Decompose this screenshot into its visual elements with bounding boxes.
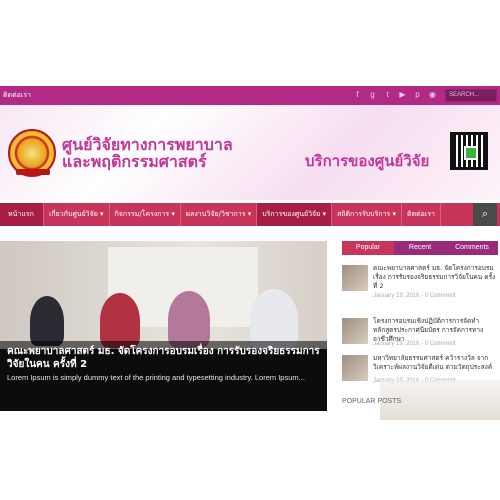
post-meta: January 19, 2016 - 0 Comment	[373, 293, 456, 299]
nav-item-contact[interactable]: ติดต่อเรา	[402, 203, 441, 226]
nav-item-research[interactable]: ผลงานวิจัย/วิชาการ ▾	[181, 203, 258, 226]
nav-item-home[interactable]: หน้าแรก	[0, 203, 44, 226]
site-title[interactable]: ศูนย์วิจัยทางการพยาบาล และพฤติกรรมศาสตร์	[62, 136, 292, 170]
hero-person-3	[168, 291, 210, 348]
featured-title[interactable]: คณะพยาบาลศาสตร์ มธ. จัดโครงการอบรมเรื่อง…	[7, 345, 320, 371]
service-title: บริการของศูนย์วิจัย	[305, 152, 430, 170]
hero-person-1	[30, 296, 64, 346]
content-area	[0, 411, 327, 500]
search-icon[interactable]: ⌕	[473, 203, 497, 226]
sidebar-tabs: Popular Recent Comments	[342, 241, 498, 255]
list-item[interactable]: คณะพยาบาลศาสตร์ มธ. จัดโครงการอบรมเรื่อง…	[342, 264, 498, 313]
post-title[interactable]: มหาวิทยาลัยธรรมศาสตร์ คว้ารางวัล จากวิเค…	[373, 354, 498, 372]
popular-posts-heading: POPULAR POSTS	[342, 398, 402, 405]
tab-recent[interactable]: Recent	[394, 241, 446, 255]
featured-excerpt: Lorem Ipsum is simply dummy text of the …	[7, 373, 305, 382]
social-icons: f g t ▶ p ◉	[353, 89, 437, 100]
contact-link[interactable]: ติดต่อเรา	[3, 90, 31, 101]
nav-item-activities[interactable]: กิจกรรม/โครงการ ▾	[110, 203, 181, 226]
featured-caption: คณะพยาบาลศาสตร์ มธ. จัดโครงการอบรมเรื่อง…	[0, 341, 327, 411]
tab-comments[interactable]: Comments	[446, 241, 498, 255]
top-bar: ติดต่อเรา f g t ▶ p ◉ SEARCH...	[0, 86, 500, 105]
site-title-line1: ศูนย์วิจัยทางการพยาบาล	[62, 135, 233, 154]
logo-ribbon	[16, 169, 50, 175]
nav-item-services[interactable]: บริการของศูนย์วิจัย ▾	[257, 203, 332, 226]
featured-post[interactable]: คณะพยาบาลศาสตร์ มธ. จัดโครงการอบรมเรื่อง…	[0, 241, 327, 411]
hero-person-4	[250, 289, 298, 349]
rss-icon[interactable]: ◉	[428, 89, 437, 100]
pinterest-icon[interactable]: p	[413, 89, 422, 100]
search-input[interactable]: SEARCH...	[445, 89, 497, 102]
qr-code	[450, 132, 488, 170]
post-title[interactable]: โครงการอบรมเชิงปฏิบัติการการจัดทำหลักสูต…	[373, 317, 498, 344]
tab-popular[interactable]: Popular	[342, 241, 394, 255]
post-thumbnail[interactable]	[342, 265, 368, 291]
main-nav: หน้าแรก เกี่ยวกับศูนย์วิจัย ▾ กิจกรรม/โค…	[0, 203, 500, 226]
post-meta: January 19, 2016 - 0 Comment	[373, 341, 456, 347]
site-title-line2: และพฤติกรรมศาสตร์	[62, 152, 207, 171]
youtube-icon[interactable]: ▶	[398, 89, 407, 100]
post-thumbnail[interactable]	[342, 355, 368, 381]
nav-item-statistics[interactable]: สถิติการรับบริการ ▾	[332, 203, 403, 226]
post-thumbnail[interactable]	[342, 318, 368, 344]
post-title[interactable]: คณะพยาบาลศาสตร์ มธ. จัดโครงการอบรมเรื่อง…	[373, 264, 498, 291]
twitter-icon[interactable]: t	[383, 89, 392, 100]
google-plus-icon[interactable]: g	[368, 89, 377, 100]
hero-person-2	[100, 293, 140, 348]
nav-item-about[interactable]: เกี่ยวกับศูนย์วิจัย ▾	[44, 203, 110, 226]
facebook-icon[interactable]: f	[353, 89, 362, 100]
site-header: ศูนย์วิจัยทางการพยาบาล และพฤติกรรมศาสตร์…	[0, 105, 500, 200]
